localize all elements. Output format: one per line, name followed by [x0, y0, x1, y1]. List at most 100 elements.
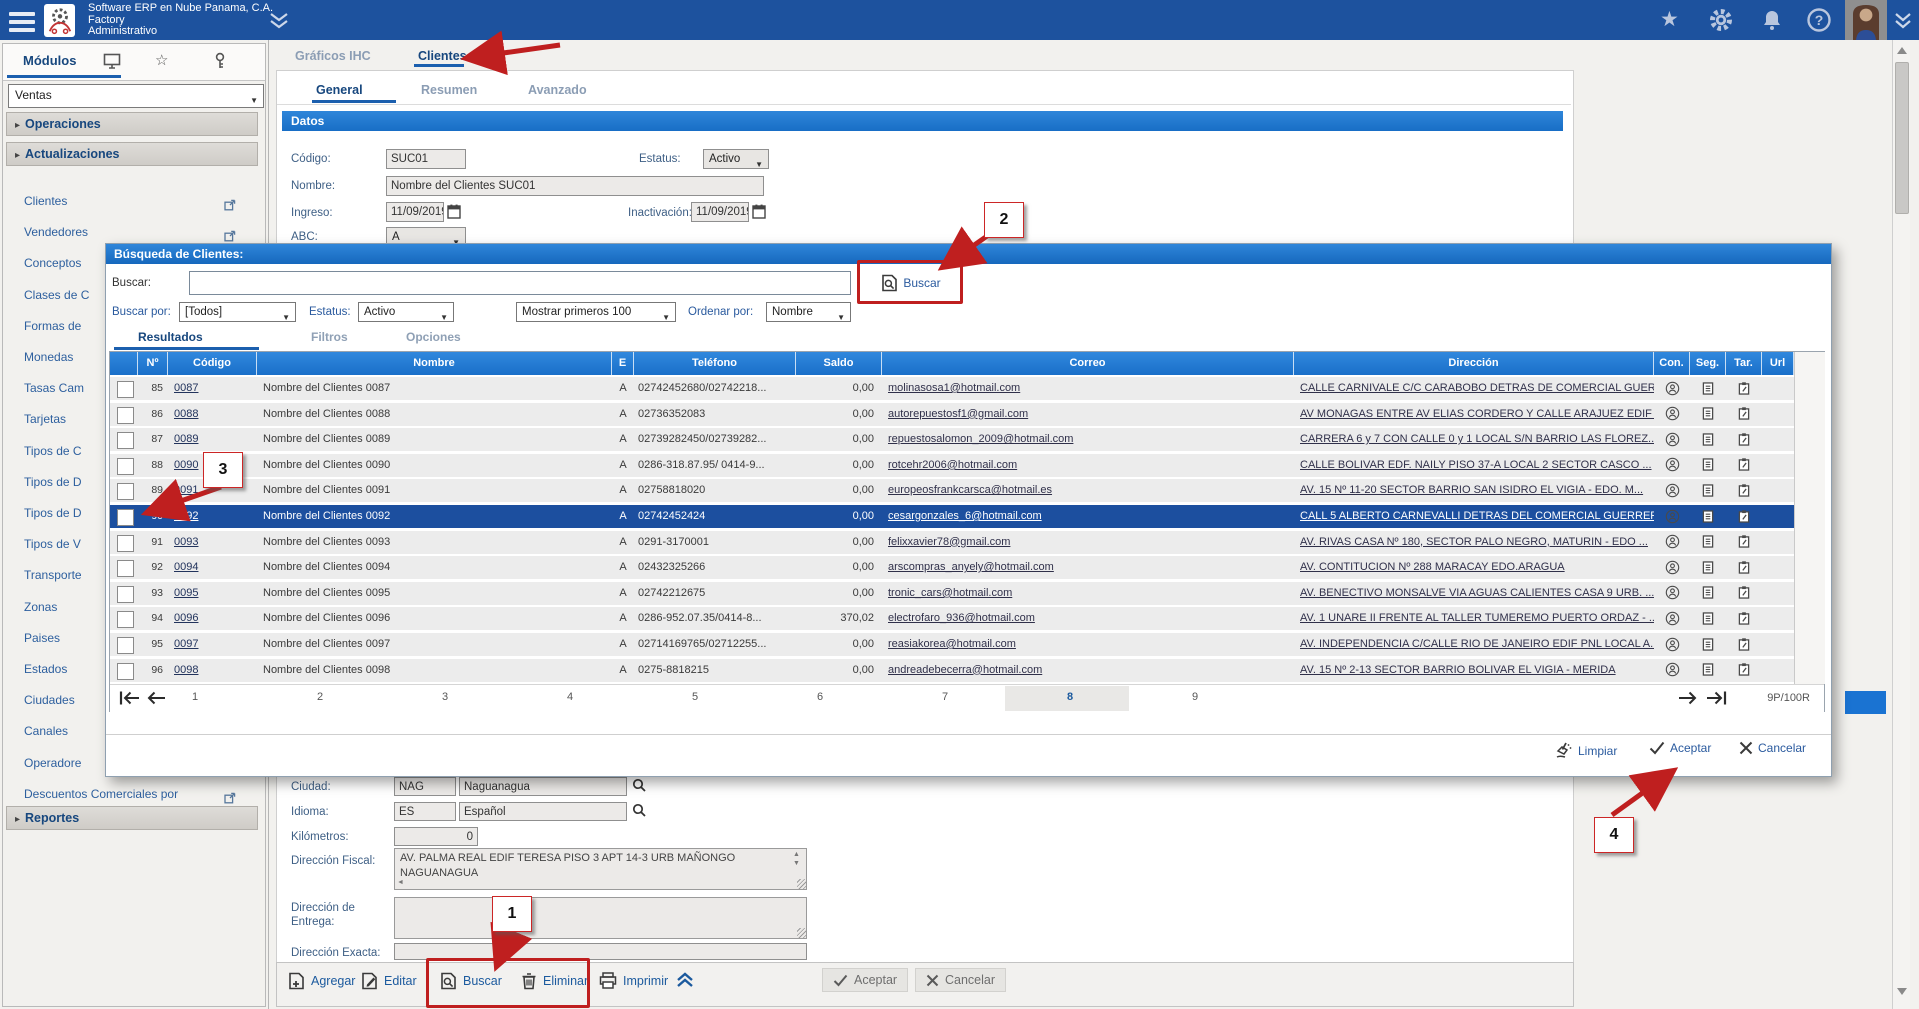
correo-link[interactable]: arscompras_anyely@hotmail.com [882, 556, 1294, 579]
tarea-clipboard-icon[interactable] [1726, 633, 1762, 656]
table-row[interactable]: 910093Nombre del Clientes 0093A0291-3170… [110, 531, 1794, 554]
ciudad-code-field[interactable]: NAG [394, 777, 456, 796]
tarea-clipboard-icon[interactable] [1726, 582, 1762, 605]
table-row[interactable]: 880090Nombre del Clientes 0090A0286-318.… [110, 454, 1794, 477]
estatus-select[interactable]: Activo▼ [703, 149, 769, 169]
contact-icon[interactable] [1654, 403, 1690, 426]
ordenar-por-select[interactable]: Nombre▼ [766, 302, 851, 322]
table-row[interactable]: 860088Nombre del Clientes 0088A027363520… [110, 403, 1794, 426]
correo-link[interactable]: repuestosalomon_2009@hotmail.com [882, 428, 1294, 451]
row-checkbox[interactable] [117, 458, 134, 475]
sidebar-item-descuentos-comerciales-por[interactable]: Descuentos Comerciales por [0, 781, 262, 807]
contact-icon[interactable] [1654, 505, 1690, 528]
contact-icon[interactable] [1654, 556, 1690, 579]
column-header-Nº[interactable]: Nº [138, 352, 168, 375]
page-number-1[interactable]: 1 [175, 691, 215, 703]
dialog-tab-resultados[interactable]: Resultados [138, 330, 203, 344]
column-header-Nombre[interactable]: Nombre [257, 352, 612, 375]
column-header-Con.[interactable]: Con. [1654, 352, 1690, 375]
direccion-fiscal-scroll-down-icon[interactable]: ▼ [793, 860, 800, 867]
tarea-clipboard-icon[interactable] [1726, 403, 1762, 426]
table-scrollbar-track[interactable] [1794, 352, 1825, 684]
title-chevron-down-icon[interactable] [268, 12, 290, 35]
codigo-link[interactable]: 0094 [168, 556, 257, 579]
next-page-icon[interactable] [1678, 690, 1698, 711]
direccion-fiscal-scroll-up-icon[interactable]: ▲ [793, 851, 800, 858]
seguimiento-document-icon[interactable] [1690, 633, 1726, 656]
table-row[interactable]: 930095Nombre del Clientes 0095A027422126… [110, 582, 1794, 605]
seguimiento-document-icon[interactable] [1690, 479, 1726, 502]
direccion-entrega-resize-grip[interactable] [797, 928, 807, 938]
direccion-link[interactable]: CALLE CARNIVALE C/C CARABOBO DETRAS DE C… [1294, 377, 1654, 400]
aceptar-button[interactable]: Aceptar [822, 968, 908, 992]
dialog-aceptar-button[interactable]: Aceptar [1649, 741, 1711, 755]
row-checkbox[interactable] [117, 483, 134, 500]
eliminar-button[interactable]: Eliminar [521, 972, 588, 990]
row-checkbox[interactable] [117, 381, 134, 398]
codigo-link[interactable]: 0098 [168, 659, 257, 682]
correo-link[interactable]: europeosfrankcarsca@hotmail.es [882, 479, 1294, 502]
tarea-clipboard-icon[interactable] [1726, 505, 1762, 528]
correo-link[interactable]: tronic_cars@hotmail.com [882, 582, 1294, 605]
seguimiento-document-icon[interactable] [1690, 428, 1726, 451]
correo-link[interactable]: autorepuestosf1@gmail.com [882, 403, 1294, 426]
direccion-link[interactable]: AV. BENECTIVO MONSALVE VIA AGUAS CALIENT… [1294, 582, 1654, 605]
ingreso-field[interactable]: 11/09/2019 [386, 202, 444, 222]
seguimiento-document-icon[interactable] [1690, 659, 1726, 682]
page-number-5[interactable]: 5 [675, 691, 715, 703]
buscar-button[interactable]: Buscar [440, 972, 502, 990]
tab-modulos[interactable]: Módulos [23, 53, 76, 68]
dialog-buscar-button[interactable]: Buscar [869, 267, 953, 298]
column-header-Dirección[interactable]: Dirección [1294, 352, 1654, 375]
seguimiento-document-icon[interactable] [1690, 556, 1726, 579]
codigo-link[interactable]: 0096 [168, 607, 257, 630]
agregar-button[interactable]: Agregar [288, 972, 355, 990]
tarea-clipboard-icon[interactable] [1726, 377, 1762, 400]
correo-link[interactable]: cesargonzales_6@hotmail.com [882, 505, 1294, 528]
row-checkbox[interactable] [117, 407, 134, 424]
table-row[interactable]: 920094Nombre del Clientes 0094A024323252… [110, 556, 1794, 579]
contact-icon[interactable] [1654, 377, 1690, 400]
tarea-clipboard-icon[interactable] [1726, 556, 1762, 579]
topbar-collapse-chevron-icon[interactable] [1893, 12, 1913, 35]
user-avatar[interactable] [1845, 0, 1887, 40]
row-checkbox[interactable] [117, 586, 134, 603]
seguimiento-document-icon[interactable] [1690, 505, 1726, 528]
help-icon[interactable]: ? [1806, 7, 1832, 38]
column-header-select[interactable] [110, 352, 138, 375]
mostrar-primeros-select[interactable]: Mostrar primeros 100▼ [516, 302, 676, 322]
tarea-clipboard-icon[interactable] [1726, 531, 1762, 554]
subtab-resumen[interactable]: Resumen [421, 83, 477, 97]
idioma-code-field[interactable]: ES [394, 802, 456, 821]
idioma-name-field[interactable]: Español [459, 802, 627, 821]
contact-icon[interactable] [1654, 428, 1690, 451]
contact-icon[interactable] [1654, 454, 1690, 477]
tarea-clipboard-icon[interactable] [1726, 607, 1762, 630]
correo-link[interactable]: electrofaro_936@hotmail.com [882, 607, 1294, 630]
codigo-link[interactable]: 0092 [168, 505, 257, 528]
subtab-avanzado[interactable]: Avanzado [528, 83, 587, 97]
tarea-clipboard-icon[interactable] [1726, 479, 1762, 502]
seguimiento-document-icon[interactable] [1690, 377, 1726, 400]
ciudad-name-field[interactable]: Naguanagua [459, 777, 627, 796]
codigo-link[interactable]: 0097 [168, 633, 257, 656]
subtab-general[interactable]: General [316, 83, 363, 97]
sidebar-item-clientes[interactable]: Clientes [0, 188, 262, 214]
direccion-link[interactable]: AV. RIVAS CASA Nº 180, SECTOR PALO NEGRO… [1294, 531, 1654, 554]
first-page-icon[interactable] [118, 690, 140, 711]
kilometros-field[interactable]: 0 [394, 827, 478, 846]
vertical-scrollbar[interactable] [1892, 40, 1910, 1009]
page-number-7[interactable]: 7 [925, 691, 965, 703]
column-header-Tar.[interactable]: Tar. [1726, 352, 1762, 375]
direccion-link[interactable]: AV MONAGAS ENTRE AV ELIAS CORDERO Y CALL… [1294, 403, 1654, 426]
sidebar-item-vendedores[interactable]: Vendedores [0, 219, 262, 245]
correo-link[interactable]: rotcehr2006@hotmail.com [882, 454, 1294, 477]
column-header-Seg.[interactable]: Seg. [1690, 352, 1726, 375]
codigo-link[interactable]: 0088 [168, 403, 257, 426]
settings-gear-icon[interactable] [1708, 7, 1734, 38]
table-row[interactable]: 950097Nombre del Clientes 0097A027141697… [110, 633, 1794, 656]
page-number-6[interactable]: 6 [800, 691, 840, 703]
contact-icon[interactable] [1654, 607, 1690, 630]
module-select[interactable]: Ventas▼ [8, 84, 264, 108]
contact-icon[interactable] [1654, 479, 1690, 502]
